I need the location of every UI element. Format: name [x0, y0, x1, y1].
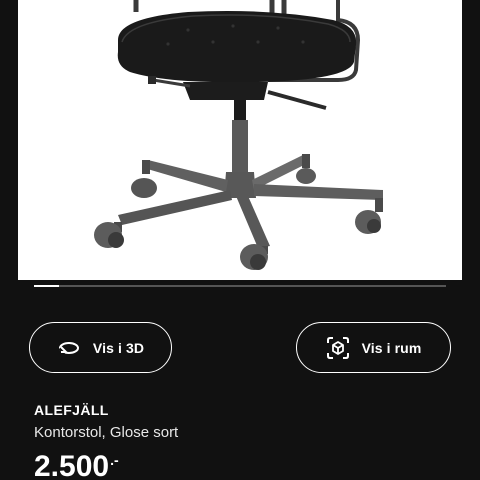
ar-cube-icon	[326, 336, 350, 360]
price-suffix: .-	[110, 452, 119, 468]
view-3d-label: Vis i 3D	[92, 339, 145, 356]
gallery-progress-indicator	[34, 285, 59, 287]
product-page: Vis i 3D Vis i rum ALEFJÄLL Kontorstol, …	[0, 0, 480, 480]
rotate-3d-icon	[57, 336, 81, 360]
office-chair-image	[94, 0, 383, 270]
view-3d-button[interactable]: Vis i 3D	[29, 322, 172, 373]
product-image[interactable]	[18, 0, 462, 280]
product-price: 2.500 .-	[34, 452, 119, 480]
price-amount: 2.500	[34, 450, 110, 480]
product-name: ALEFJÄLL	[34, 402, 109, 418]
gallery-progress-bar	[34, 285, 446, 287]
view-in-room-button[interactable]: Vis i rum	[296, 322, 451, 373]
product-description: Kontorstol, Glose sort	[34, 424, 179, 441]
view-in-room-label: Vis i rum	[361, 339, 422, 356]
